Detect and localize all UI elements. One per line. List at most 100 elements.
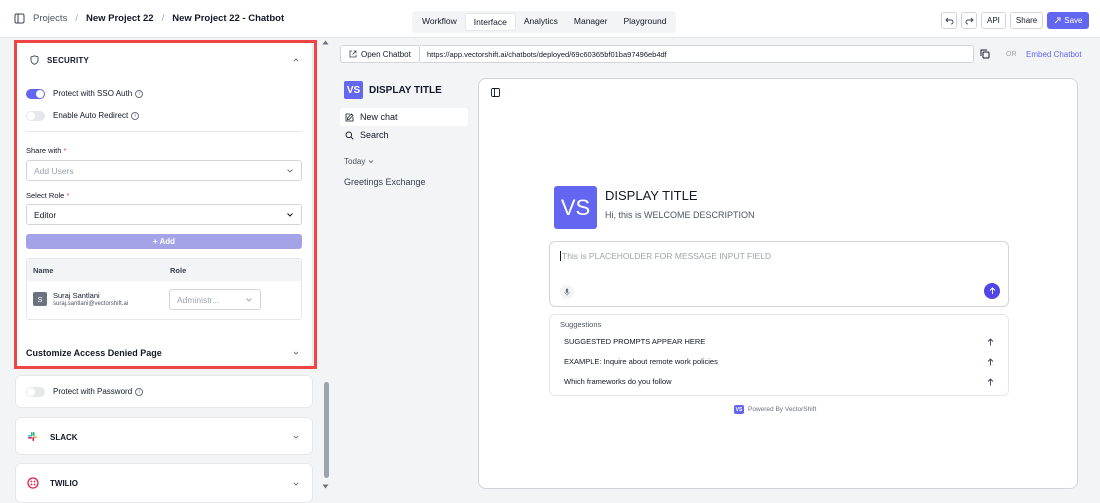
password-label: Protect with Password i [53,387,144,396]
users-table: Name Role [26,258,302,320]
password-label-text: Protect with Password [53,387,133,396]
twilio-icon [27,477,39,489]
search-button[interactable]: Search [345,130,389,140]
chatbot-url-field[interactable]: https://app.vectorshift.ai/chatbots/depl… [420,45,974,63]
share-with-text: Share with [26,146,62,155]
history-item[interactable]: Greetings Exchange [344,177,426,187]
password-toggle[interactable] [26,387,45,397]
sso-label-text: Protect with SSO Auth [53,89,133,98]
sso-toggle[interactable] [26,89,45,99]
auto-redirect-toggle[interactable] [26,111,45,121]
sidebar-toggle-icon[interactable] [14,13,25,24]
tab-playground[interactable]: Playground [615,13,674,31]
scroll-up-icon[interactable] [322,40,329,45]
security-title: SECURITY [47,55,90,65]
col-role: Role [170,265,187,275]
search-label: Search [360,130,389,140]
message-input[interactable]: This is PLACEHOLDER FOR MESSAGE INPUT FI… [549,241,1009,307]
sidebar-toggle-icon[interactable] [491,88,500,97]
new-chat-button[interactable]: New chat [340,108,468,126]
security-header[interactable]: SECURITY [30,55,89,65]
suggestion-text: Which frameworks do you follow [564,377,672,386]
chat-logo: VS [554,186,597,229]
scrollbar-thumb[interactable] [324,382,329,478]
users-table-header: Name Role [27,259,301,281]
role-select-value: Editor [34,209,57,220]
chevron-down-icon[interactable] [292,350,300,356]
send-button[interactable] [984,283,1000,299]
arrow-up-icon [987,357,994,365]
chevron-down-icon[interactable] [292,481,300,487]
chevron-up-icon[interactable] [292,57,300,63]
suggestion-item[interactable]: SUGGESTED PROMPTS APPEAR HERE [564,337,994,346]
chevron-down-icon[interactable] [292,434,300,440]
suggestions-title: Suggestions [560,320,602,329]
tab-interface[interactable]: Interface [464,13,516,31]
twilio-title: TWILIO [50,479,78,488]
tab-analytics[interactable]: Analytics [516,13,566,31]
embed-chatbot-link[interactable]: Embed Chatbot [1026,50,1082,59]
today-group[interactable]: Today [344,157,374,166]
powered-text: Powered By VectorShift [748,406,817,413]
copy-icon[interactable] [980,49,990,59]
info-icon: i [131,111,140,120]
chevron-down-icon [369,160,374,164]
user-role-select[interactable]: Administr... [169,289,261,310]
chevron-down-icon [246,297,252,302]
edit-icon [345,112,354,121]
add-user-button[interactable]: + Add [26,234,302,249]
select-role-label: Select Role * [26,191,69,200]
breadcrumb-separator: / [161,13,165,24]
info-icon: i [135,89,144,98]
toolbar: API Share Save [941,12,1089,29]
powered-by[interactable]: VS Powered By VectorShift [734,405,816,414]
slack-title: SLACK [50,433,78,442]
share-button[interactable]: Share [1009,12,1044,29]
breadcrumb-page: New Project 22 - Chatbot [172,13,285,24]
mode-tabs: Workflow Interface Analytics Manager Pla… [412,11,677,33]
breadcrumb: Projects / New Project 22 / New Project … [14,13,284,24]
chevron-down-icon [287,168,293,173]
share-users-placeholder: Add Users [34,165,74,176]
breadcrumb-projects[interactable]: Projects [33,13,67,24]
suggestions-box: Suggestions SUGGESTED PROMPTS APPEAR HER… [549,314,1009,396]
message-placeholder: This is PLACEHOLDER FOR MESSAGE INPUT FI… [560,251,772,261]
open-chatbot-label: Open Chatbot [361,49,411,59]
undo-button[interactable] [941,12,957,29]
breadcrumb-project[interactable]: New Project 22 [86,13,154,24]
auto-redirect-label: Enable Auto Redirect i [53,111,140,120]
today-label: Today [344,157,366,166]
suggestion-item[interactable]: EXAMPLE: Inquire about remote work polic… [564,357,994,366]
arrow-up-icon [987,337,994,345]
tab-manager[interactable]: Manager [566,13,616,31]
undo-icon [944,17,953,24]
mic-icon [564,288,570,296]
user-role-value: Administr... [177,294,220,305]
customize-access-denied[interactable]: Customize Access Denied Page [26,348,162,358]
vs-logo: VS [344,81,363,99]
breadcrumb-separator: / [75,13,78,24]
arrow-up-icon [987,377,994,385]
col-name: Name [33,265,54,275]
role-select[interactable]: Editor [26,204,302,225]
mic-button[interactable] [560,285,574,299]
scroll-down-icon[interactable] [322,484,329,489]
info-icon: i [135,387,144,396]
user-name: Suraj Santlani [53,291,100,300]
powered-logo: VS [734,405,744,414]
redo-button[interactable] [961,12,977,29]
sidebar-title: DISPLAY TITLE [369,85,442,96]
or-label: OR [1006,51,1017,58]
auto-redirect-label-text: Enable Auto Redirect [53,111,129,120]
tab-workflow[interactable]: Workflow [414,13,465,31]
suggestion-item[interactable]: Which frameworks do you follow [564,377,994,386]
save-button[interactable]: Save [1047,12,1089,29]
open-chatbot-button[interactable]: Open Chatbot [340,45,420,63]
share-users-input[interactable]: Add Users [26,160,302,181]
required-mark: * [66,191,70,200]
new-chat-label: New chat [360,112,398,122]
slack-icon [28,432,37,441]
api-button[interactable]: API [981,12,1006,29]
welcome-description: Hi, this is WELCOME DESCRIPTION [605,210,755,220]
chat-title: DISPLAY TITLE [605,188,698,203]
